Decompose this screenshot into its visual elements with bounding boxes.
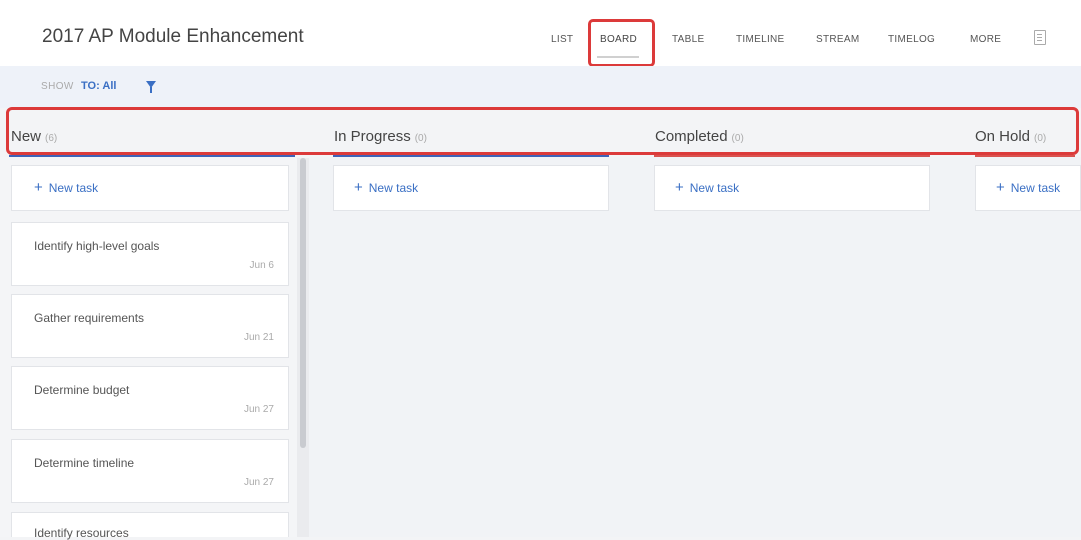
new-task-button-completed[interactable]: + New task — [654, 165, 930, 211]
task-card[interactable]: Identify resources — [11, 512, 289, 540]
task-title: Identify high-level goals — [34, 239, 160, 253]
column-accent-completed — [654, 155, 930, 157]
task-card[interactable]: Determine timeline Jun 27 — [11, 439, 289, 503]
task-card[interactable]: Determine budget Jun 27 — [11, 366, 289, 430]
task-date: Jun 6 — [249, 260, 274, 271]
project-title: 2017 AP Module Enhancement — [42, 26, 304, 47]
task-date: Jun 21 — [243, 332, 274, 343]
tab-timelog[interactable]: TIMELOG — [888, 34, 935, 45]
new-task-label: New task — [689, 181, 740, 195]
tab-more[interactable]: MORE — [970, 34, 1001, 45]
column-headers-highlight — [6, 107, 1079, 155]
scrollbar[interactable] — [300, 158, 306, 448]
new-task-label: New task — [48, 181, 99, 195]
task-card[interactable]: Gather requirements Jun 21 — [11, 294, 289, 358]
top-bar: 2017 AP Module Enhancement LIST BOARD TA… — [0, 0, 1081, 66]
new-task-button-new[interactable]: + New task — [11, 165, 289, 211]
new-task-label: New task — [1010, 181, 1061, 195]
tab-table[interactable]: TABLE — [672, 34, 704, 45]
filter-bar — [0, 66, 1081, 108]
document-icon[interactable] — [1034, 30, 1046, 45]
filter-icon[interactable] — [146, 81, 156, 93]
new-task-button-in-progress[interactable]: + New task — [333, 165, 609, 211]
tab-timeline[interactable]: TIMELINE — [736, 34, 785, 45]
plus-icon: + — [34, 179, 43, 196]
new-task-label: New task — [368, 181, 419, 195]
plus-icon: + — [354, 179, 363, 196]
new-task-button-on-hold[interactable]: + New task — [975, 165, 1081, 211]
show-label: SHOW — [41, 81, 74, 92]
column-accent-on-hold — [975, 155, 1075, 157]
task-title: Determine budget — [34, 383, 130, 397]
task-date: Jun 27 — [243, 477, 274, 488]
tab-list[interactable]: LIST — [551, 34, 573, 45]
tab-stream[interactable]: STREAM — [816, 34, 859, 45]
task-date: Jun 27 — [243, 404, 274, 415]
column-accent-in-progress — [333, 155, 609, 157]
assignee-filter[interactable]: TO: All — [81, 80, 116, 92]
board-tab-highlight — [588, 19, 655, 67]
task-title: Determine timeline — [34, 456, 135, 470]
column-accent-new — [9, 155, 295, 157]
plus-icon: + — [675, 179, 684, 196]
task-title: Identify resources — [34, 526, 129, 540]
board-area — [309, 157, 1081, 537]
task-title: Gather requirements — [34, 311, 145, 325]
task-card[interactable]: Identify high-level goals Jun 6 — [11, 222, 289, 286]
plus-icon: + — [996, 179, 1005, 196]
